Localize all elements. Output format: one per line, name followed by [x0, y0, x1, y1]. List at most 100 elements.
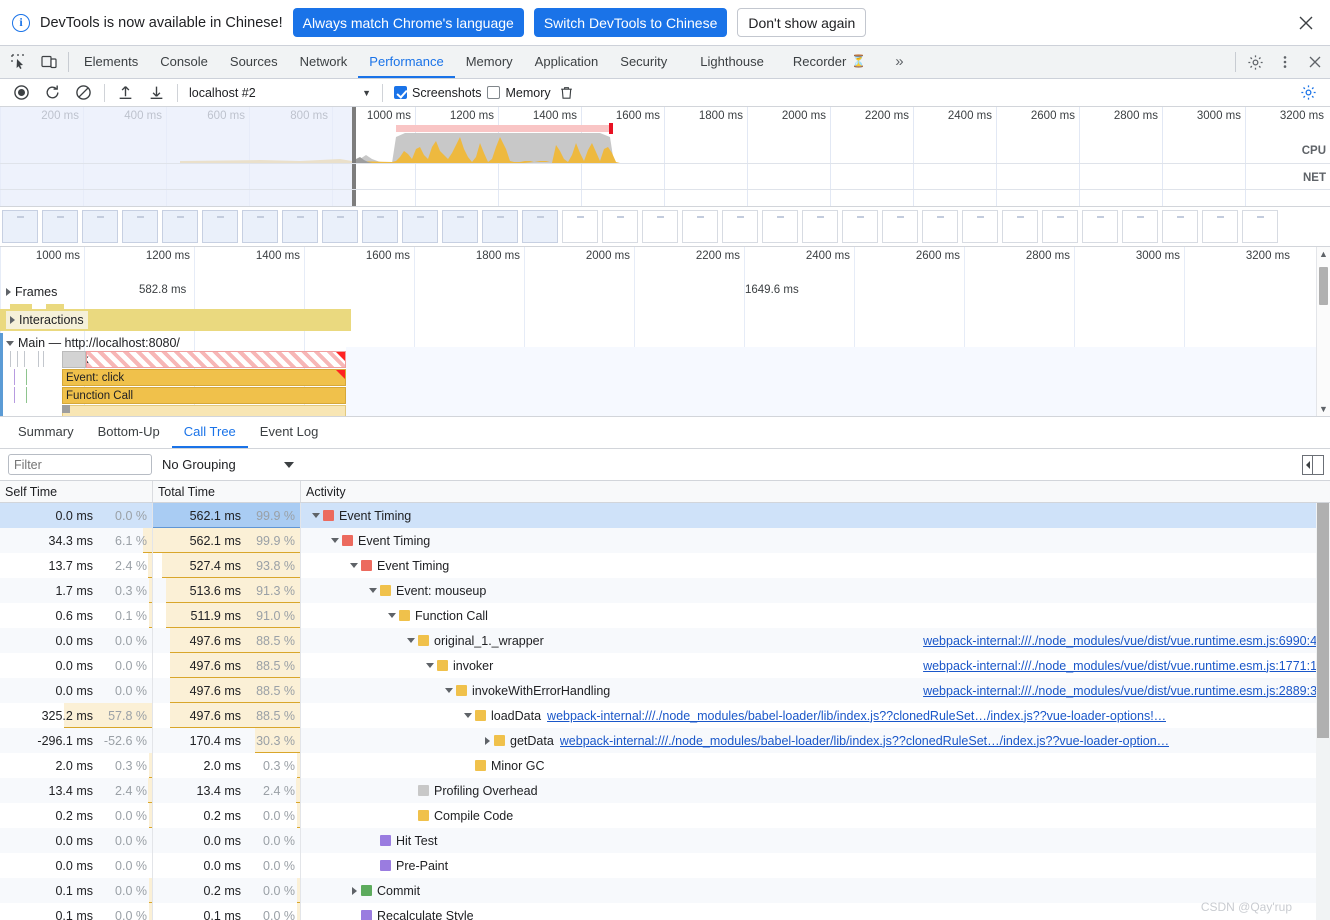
filmstrip-frame[interactable]: [562, 210, 598, 243]
filmstrip-frame[interactable]: [2, 210, 38, 243]
expand-triangle-icon[interactable]: [347, 886, 361, 895]
source-link[interactable]: webpack-internal:///./node_modules/vue/d…: [923, 659, 1330, 673]
filmstrip-frame[interactable]: [122, 210, 158, 243]
filmstrip-frame[interactable]: [402, 210, 438, 243]
save-profile-icon[interactable]: [141, 80, 172, 106]
tab-lighthouse[interactable]: Lighthouse: [678, 46, 775, 78]
filmstrip-frame[interactable]: [202, 210, 238, 243]
capture-settings-gear-icon[interactable]: [1293, 80, 1324, 106]
tab-call-tree[interactable]: Call Tree: [171, 417, 248, 448]
kebab-menu-icon[interactable]: [1270, 46, 1300, 78]
reload-and-record-icon[interactable]: [37, 80, 68, 106]
filmstrip-frame[interactable]: [642, 210, 678, 243]
filmstrip-frame[interactable]: [1082, 210, 1118, 243]
filmstrip-frame[interactable]: [882, 210, 918, 243]
collapse-triangle-icon[interactable]: [309, 513, 323, 518]
filmstrip-frame[interactable]: [162, 210, 198, 243]
tab-console[interactable]: Console: [149, 46, 219, 78]
filmstrip-frame[interactable]: [922, 210, 958, 243]
column-header-activity[interactable]: Activity: [301, 481, 1330, 502]
table-row[interactable]: 0.0 ms 0.0 % 0.0 ms 0.0 % Pre-Paint: [0, 853, 1330, 878]
filmstrip-frame[interactable]: [1122, 210, 1158, 243]
table-row[interactable]: 0.1 ms 0.0 % 0.1 ms 0.0 % Recalculate Style: [0, 903, 1330, 920]
source-link[interactable]: webpack-internal:///./node_modules/babel…: [547, 709, 1166, 723]
table-row[interactable]: 13.7 ms 2.4 % 527.4 ms 93.8 % Event Timing: [0, 553, 1330, 578]
show-sidebar-icon[interactable]: [1302, 454, 1324, 475]
filmstrip-frame[interactable]: [1162, 210, 1198, 243]
column-header-self-time[interactable]: Self Time: [0, 481, 153, 502]
tab-security[interactable]: Security: [609, 46, 678, 78]
tab-performance[interactable]: Performance: [358, 46, 455, 78]
tab-bottom-up[interactable]: Bottom-Up: [86, 417, 172, 448]
overview-selection-handle-left[interactable]: [352, 107, 356, 206]
flamechart-scrollbar[interactable]: ▲ ▼: [1316, 247, 1330, 416]
filmstrip-frame[interactable]: [602, 210, 638, 243]
scrollbar-thumb[interactable]: [1317, 503, 1329, 738]
screenshot-filmstrip[interactable]: [0, 207, 1330, 247]
table-row[interactable]: 0.2 ms 0.0 % 0.2 ms 0.0 % Compile Code: [0, 803, 1330, 828]
table-row[interactable]: 0.0 ms 0.0 % 497.6 ms 88.5 % invoker webpack-…: [0, 653, 1330, 678]
flamechart-group-frames[interactable]: Frames: [6, 285, 57, 299]
flame-bar-task-prefix[interactable]: [62, 351, 86, 368]
table-row[interactable]: 1.7 ms 0.3 % 513.6 ms 91.3 % Event: mouseup: [0, 578, 1330, 603]
expand-triangle-icon[interactable]: [480, 736, 494, 745]
filmstrip-frame[interactable]: [42, 210, 78, 243]
timeline-overview[interactable]: 200 ms 400 ms 600 ms 800 ms 1000 ms 1200…: [0, 107, 1330, 207]
table-row[interactable]: 13.4 ms 2.4 % 13.4 ms 2.4 % Profiling Overhe…: [0, 778, 1330, 803]
record-button-icon[interactable]: [6, 80, 37, 106]
gear-icon[interactable]: [1240, 46, 1270, 78]
filmstrip-frame[interactable]: [1242, 210, 1278, 243]
filmstrip-frame[interactable]: [962, 210, 998, 243]
collapse-triangle-icon[interactable]: [347, 563, 361, 568]
table-row[interactable]: -296.1 ms -52.6 % 170.4 ms 30.3 % getData web…: [0, 728, 1330, 753]
filmstrip-frame[interactable]: [1042, 210, 1078, 243]
filmstrip-frame[interactable]: [1002, 210, 1038, 243]
filmstrip-frame[interactable]: [82, 210, 118, 243]
scroll-up-icon[interactable]: ▲: [1317, 249, 1330, 259]
filmstrip-frame[interactable]: [242, 210, 278, 243]
table-row[interactable]: 2.0 ms 0.3 % 2.0 ms 0.3 % Minor GC: [0, 753, 1330, 778]
tab-event-log[interactable]: Event Log: [248, 417, 331, 448]
more-tabs-button[interactable]: »: [877, 46, 914, 78]
tab-memory[interactable]: Memory: [455, 46, 524, 78]
collapse-triangle-icon[interactable]: [423, 663, 437, 668]
clear-recording-icon[interactable]: [68, 80, 99, 106]
filmstrip-frame[interactable]: [522, 210, 558, 243]
flame-bar-function-call[interactable]: Function Call: [62, 387, 346, 404]
inspect-element-icon[interactable]: [4, 46, 34, 78]
source-link[interactable]: webpack-internal:///./node_modules/vue/d…: [923, 634, 1330, 648]
flame-bar-task[interactable]: Task: [86, 351, 346, 368]
tab-sources[interactable]: Sources: [219, 46, 289, 78]
table-row[interactable]: 0.1 ms 0.0 % 0.2 ms 0.0 % Commit: [0, 878, 1330, 903]
filmstrip-frame[interactable]: [682, 210, 718, 243]
always-match-language-button[interactable]: Always match Chrome's language: [292, 8, 524, 37]
device-toolbar-icon[interactable]: [34, 46, 64, 78]
filmstrip-frame[interactable]: [762, 210, 798, 243]
collapse-triangle-icon[interactable]: [385, 613, 399, 618]
flame-bar-event-click[interactable]: Event: click: [62, 369, 346, 386]
switch-to-chinese-button[interactable]: Switch DevTools to Chinese: [533, 8, 728, 37]
scroll-down-icon[interactable]: ▼: [1317, 404, 1330, 414]
filter-input[interactable]: [8, 454, 152, 475]
tab-recorder[interactable]: Recorder ⏳: [775, 46, 877, 78]
table-row[interactable]: 0.6 ms 0.1 % 511.9 ms 91.0 % Function Call: [0, 603, 1330, 628]
table-row[interactable]: 0.0 ms 0.0 % 497.6 ms 88.5 % original_1._wra…: [0, 628, 1330, 653]
column-header-total-time[interactable]: Total Time: [153, 481, 301, 502]
table-row[interactable]: 34.3 ms 6.1 % 562.1 ms 99.9 % Event Timing: [0, 528, 1330, 553]
filmstrip-frame[interactable]: [282, 210, 318, 243]
table-row[interactable]: 0.0 ms 0.0 % 562.1 ms 99.9 % Event Timing: [0, 503, 1330, 528]
close-devtools-icon[interactable]: [1300, 46, 1330, 78]
close-icon[interactable]: [1292, 9, 1320, 37]
flame-bar-next-level[interactable]: [62, 405, 346, 416]
load-profile-icon[interactable]: [110, 80, 141, 106]
tab-summary[interactable]: Summary: [6, 417, 86, 448]
filmstrip-frame[interactable]: [442, 210, 478, 243]
tab-application[interactable]: Application: [524, 46, 610, 78]
collapse-triangle-icon[interactable]: [404, 638, 418, 643]
filmstrip-frame[interactable]: [362, 210, 398, 243]
table-row[interactable]: 0.0 ms 0.0 % 497.6 ms 88.5 % invokeWithError…: [0, 678, 1330, 703]
flamechart[interactable]: 1000 ms 1200 ms 1400 ms 1600 ms 1800 ms …: [0, 247, 1330, 417]
tab-elements[interactable]: Elements: [73, 46, 149, 78]
table-row[interactable]: 325.2 ms 57.8 % 497.6 ms 88.5 % loadData webp…: [0, 703, 1330, 728]
source-link[interactable]: webpack-internal:///./node_modules/vue/d…: [923, 684, 1330, 698]
